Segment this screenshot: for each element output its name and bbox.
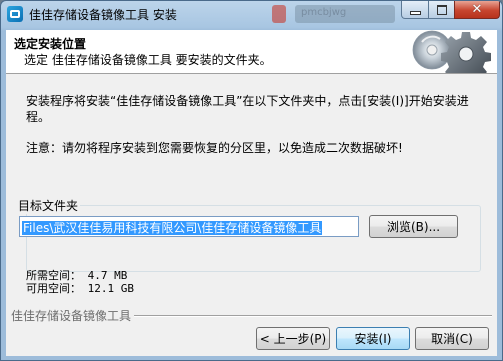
page-subtitle: 选定 佳佳存储设备镜像工具 要安装的文件夹。 — [24, 53, 272, 67]
minimize-icon — [409, 10, 421, 15]
page-header: 选定安装位置 选定 佳佳存储设备镜像工具 要安装的文件夹。 — [6, 30, 497, 74]
destination-folder-label: 目标文件夹 — [16, 197, 81, 214]
close-button[interactable]: ✕ — [454, 1, 500, 19]
background-window-icon — [272, 5, 286, 23]
install-path-input[interactable]: Files\武汉佳佳易用科技有限公司\佳佳存储设备镜像工具 — [19, 216, 359, 237]
window-title: 佳佳存储设备镜像工具 安装 — [29, 8, 177, 22]
title-bar[interactable]: 佳佳存储设备镜像工具 安装 pmcbjwg ✕ — [1, 1, 502, 29]
maximize-icon — [436, 4, 447, 15]
install-button[interactable]: 安装(I) — [336, 327, 410, 350]
footer-brand: 佳佳存储设备镜像工具 — [11, 309, 132, 323]
installer-window: 佳佳存储设备镜像工具 安装 pmcbjwg ✕ 选定安装位置 选定 佳佳存储设备… — [0, 0, 503, 361]
page-title: 选定安装位置 — [14, 37, 87, 51]
footer-divider — [134, 315, 492, 317]
installer-client-area: 选定安装位置 选定 佳佳存储设备镜像工具 要安装的文件夹。 安装程序将安装“佳佳… — [6, 30, 497, 356]
disc-and-gear-icon — [412, 30, 491, 73]
background-window-text: pmcbjwg — [301, 7, 347, 18]
install-path-value: Files\武汉佳佳易用科技有限公司\佳佳存储设备镜像工具 — [22, 221, 323, 235]
maximize-button[interactable] — [428, 1, 455, 19]
minimize-button[interactable] — [401, 1, 429, 19]
install-description: 安装程序将安装“佳佳存储设备镜像工具”在以下文件夹中，点击[安装(I)]开始安装… — [26, 94, 469, 124]
back-button[interactable]: < 上一步(P) — [256, 327, 330, 350]
installer-app-icon — [7, 6, 23, 22]
warning-note: 注意：请勿将程序安装到您需要恢复的分区里，以免造成二次数据破坏! — [26, 141, 403, 155]
browse-button[interactable]: 浏览(B)... — [369, 215, 458, 238]
available-space: 可用空间： 12.1 GB — [26, 282, 134, 295]
cancel-button[interactable]: 取消(C) — [415, 327, 489, 350]
close-icon: ✕ — [471, 1, 483, 17]
